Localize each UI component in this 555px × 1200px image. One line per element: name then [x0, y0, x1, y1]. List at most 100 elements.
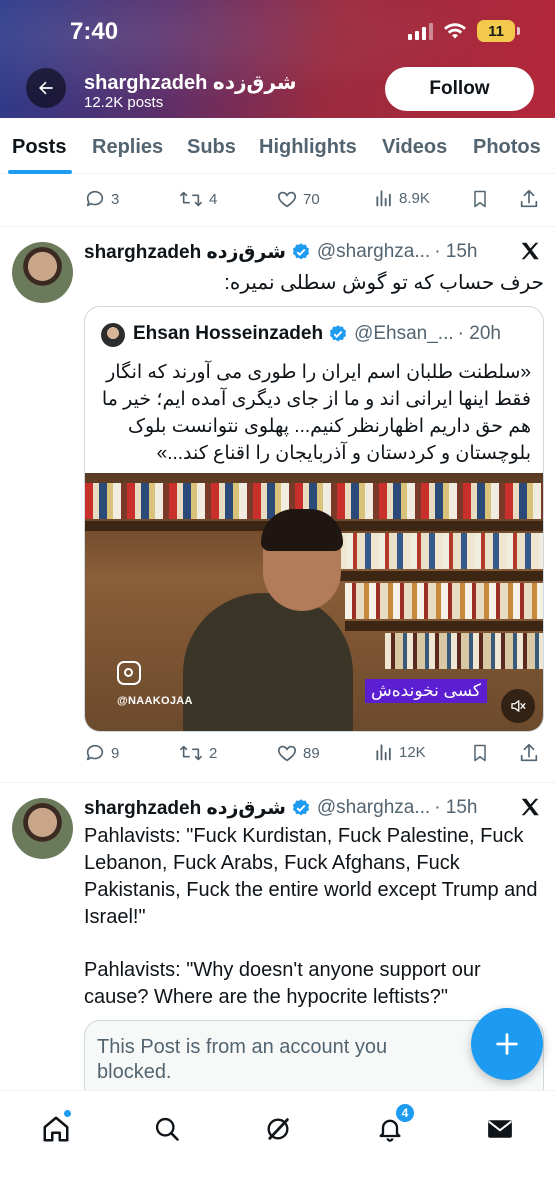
bookshelf-books [385, 633, 543, 669]
author-handle[interactable]: @sharghza... [317, 241, 430, 263]
reply-icon [86, 190, 104, 207]
repost-button[interactable]: 4 [178, 188, 217, 210]
avatar[interactable] [12, 798, 73, 859]
tweet-text-paragraph: Pahlavists: "Why doesn't anyone support … [84, 959, 481, 1008]
like-button[interactable]: 70 [276, 188, 320, 210]
tab-highlights[interactable]: Highlights [259, 136, 357, 159]
tab-photos[interactable]: Photos [473, 136, 541, 159]
repost-button[interactable]: 2 [178, 742, 217, 764]
reply-count: 9 [111, 744, 120, 762]
tweet-text: حرف حساب که تو گوش سطلی نمیره: [224, 272, 544, 294]
nav-messages[interactable] [480, 1109, 520, 1149]
video-thumbnail[interactable]: @NAAKOJAA کسی نخونده‌ش [85, 473, 543, 731]
wifi-icon [444, 23, 466, 39]
quoted-author-name: Ehsan Hosseinzadeh [133, 323, 324, 344]
envelope-icon [488, 1120, 512, 1138]
plus-icon [496, 1033, 518, 1055]
views-count: 8.9K [399, 189, 430, 207]
x-logo-icon [521, 242, 539, 260]
reply-button[interactable]: 3 [84, 188, 119, 210]
bookmark-icon [474, 190, 486, 208]
views-button[interactable]: 8.9K [374, 188, 430, 208]
tab-subs[interactable]: Subs [187, 136, 236, 159]
repost-icon [180, 745, 202, 761]
reply-button[interactable]: 9 [84, 742, 119, 764]
video-caption: کسی نخونده‌ش [365, 679, 487, 703]
share-button[interactable] [518, 188, 540, 210]
quoted-author-handle: @Ehsan_... [354, 323, 454, 344]
divider [0, 226, 555, 227]
bookmark-button[interactable] [470, 742, 490, 764]
share-button[interactable] [518, 742, 540, 764]
views-icon [376, 744, 391, 761]
tab-posts[interactable]: Posts [12, 136, 66, 159]
tweet-text: Pahlavists: "Fuck Kurdistan, Fuck Palest… [84, 825, 538, 928]
like-count: 70 [303, 190, 320, 208]
video-watermark: @NAAKOJAA [117, 695, 193, 707]
bookshelf [315, 571, 543, 581]
prev-post-actions: 3 4 70 8.9K [84, 188, 544, 212]
posts-count: 12.2K posts [84, 94, 164, 111]
nav-home[interactable] [36, 1109, 76, 1149]
instagram-icon [117, 661, 141, 685]
verified-badge-icon [292, 243, 309, 260]
profile-tabs: Posts Replies Subs Highlights Videos Pho… [0, 118, 555, 174]
unread-dot [63, 1109, 72, 1118]
bookshelf-books [315, 533, 543, 569]
active-tab-indicator [8, 170, 72, 174]
heart-icon [277, 745, 297, 762]
status-icons: 11 [408, 20, 520, 42]
quoted-text: «سلطنت طلبان اسم ایران را طوری می آورند … [101, 362, 531, 464]
bookshelf [345, 621, 543, 631]
person-jacket [183, 593, 353, 731]
nav-grok[interactable] [258, 1109, 298, 1149]
mute-button[interactable] [501, 689, 535, 723]
divider [0, 782, 555, 783]
profile-name: sharghzadeh شرق‌زده [84, 72, 297, 94]
author-handle[interactable]: @sharghza... [317, 797, 430, 819]
like-count: 89 [303, 744, 320, 762]
cellular-signal-icon [408, 22, 433, 40]
verified-badge-icon [329, 325, 347, 342]
quoted-header: Ehsan Hosseinzadeh @Ehsan_... · 20h [133, 323, 501, 345]
views-icon [376, 190, 391, 207]
heart-icon [277, 191, 297, 208]
tab-replies[interactable]: Replies [92, 136, 163, 159]
bookmark-icon [474, 744, 486, 762]
bottom-navigation: 4 [0, 1090, 555, 1200]
tweet-actions: 9 2 89 12K [84, 742, 544, 766]
battery-indicator: 11 [477, 20, 520, 42]
tab-videos[interactable]: Videos [382, 136, 447, 159]
notifications-badge: 4 [395, 1103, 415, 1123]
share-icon [520, 743, 538, 762]
author-name[interactable]: sharghzadeh شرق‌زده [84, 241, 286, 264]
x-logo-icon [521, 798, 539, 816]
views-button[interactable]: 12K [374, 742, 426, 762]
back-button[interactable] [26, 68, 66, 108]
reply-count: 3 [111, 190, 120, 208]
quoted-post-time: · 20h [457, 323, 501, 344]
bookshelf-books [345, 583, 543, 619]
reply-icon [86, 744, 104, 761]
nav-search[interactable] [147, 1109, 187, 1149]
follow-button[interactable]: Follow [385, 67, 534, 111]
quoted-avatar [101, 323, 125, 347]
status-time: 7:40 [70, 18, 119, 45]
avatar[interactable] [12, 242, 73, 303]
arrow-left-icon [39, 81, 53, 95]
compose-post-button[interactable] [471, 1008, 543, 1080]
nav-notifications[interactable]: 4 [370, 1103, 415, 1149]
tweet-header: sharghzadeh شرق‌زده @sharghza... · 15h [84, 239, 478, 265]
repost-icon [180, 191, 202, 207]
home-icon [43, 1116, 69, 1142]
repost-count: 4 [209, 190, 218, 208]
bookmark-button[interactable] [470, 188, 490, 210]
quoted-post[interactable]: Ehsan Hosseinzadeh @Ehsan_... · 20h «سلط… [84, 306, 544, 732]
repost-count: 2 [209, 744, 218, 762]
like-button[interactable]: 89 [276, 742, 320, 764]
views-count: 12K [399, 743, 426, 761]
post-time: · 15h [434, 797, 478, 818]
tweet-header: sharghzadeh شرق‌زده @sharghza... · 15h [84, 795, 478, 821]
author-name[interactable]: sharghzadeh شرق‌زده [84, 797, 286, 820]
share-icon [520, 189, 538, 208]
